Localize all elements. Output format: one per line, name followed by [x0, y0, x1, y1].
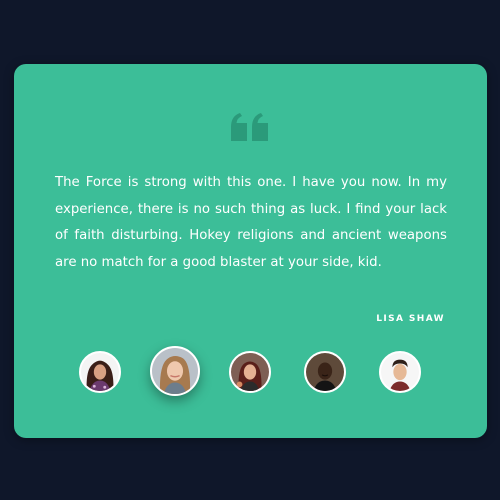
avatar-3-photo [231, 353, 269, 391]
avatar-5-photo [381, 353, 419, 391]
avatar-4-photo [306, 353, 344, 391]
avatar-selector [14, 64, 487, 438]
avatar-2-photo [152, 348, 198, 394]
avatar-1[interactable] [79, 351, 121, 393]
avatar-3[interactable] [229, 351, 271, 393]
avatar-1-photo [81, 353, 119, 391]
testimonial-card: The Force is strong with this one. I hav… [14, 64, 487, 438]
avatar-4[interactable] [304, 351, 346, 393]
avatar-5[interactable] [379, 351, 421, 393]
avatar-2[interactable] [150, 346, 200, 396]
